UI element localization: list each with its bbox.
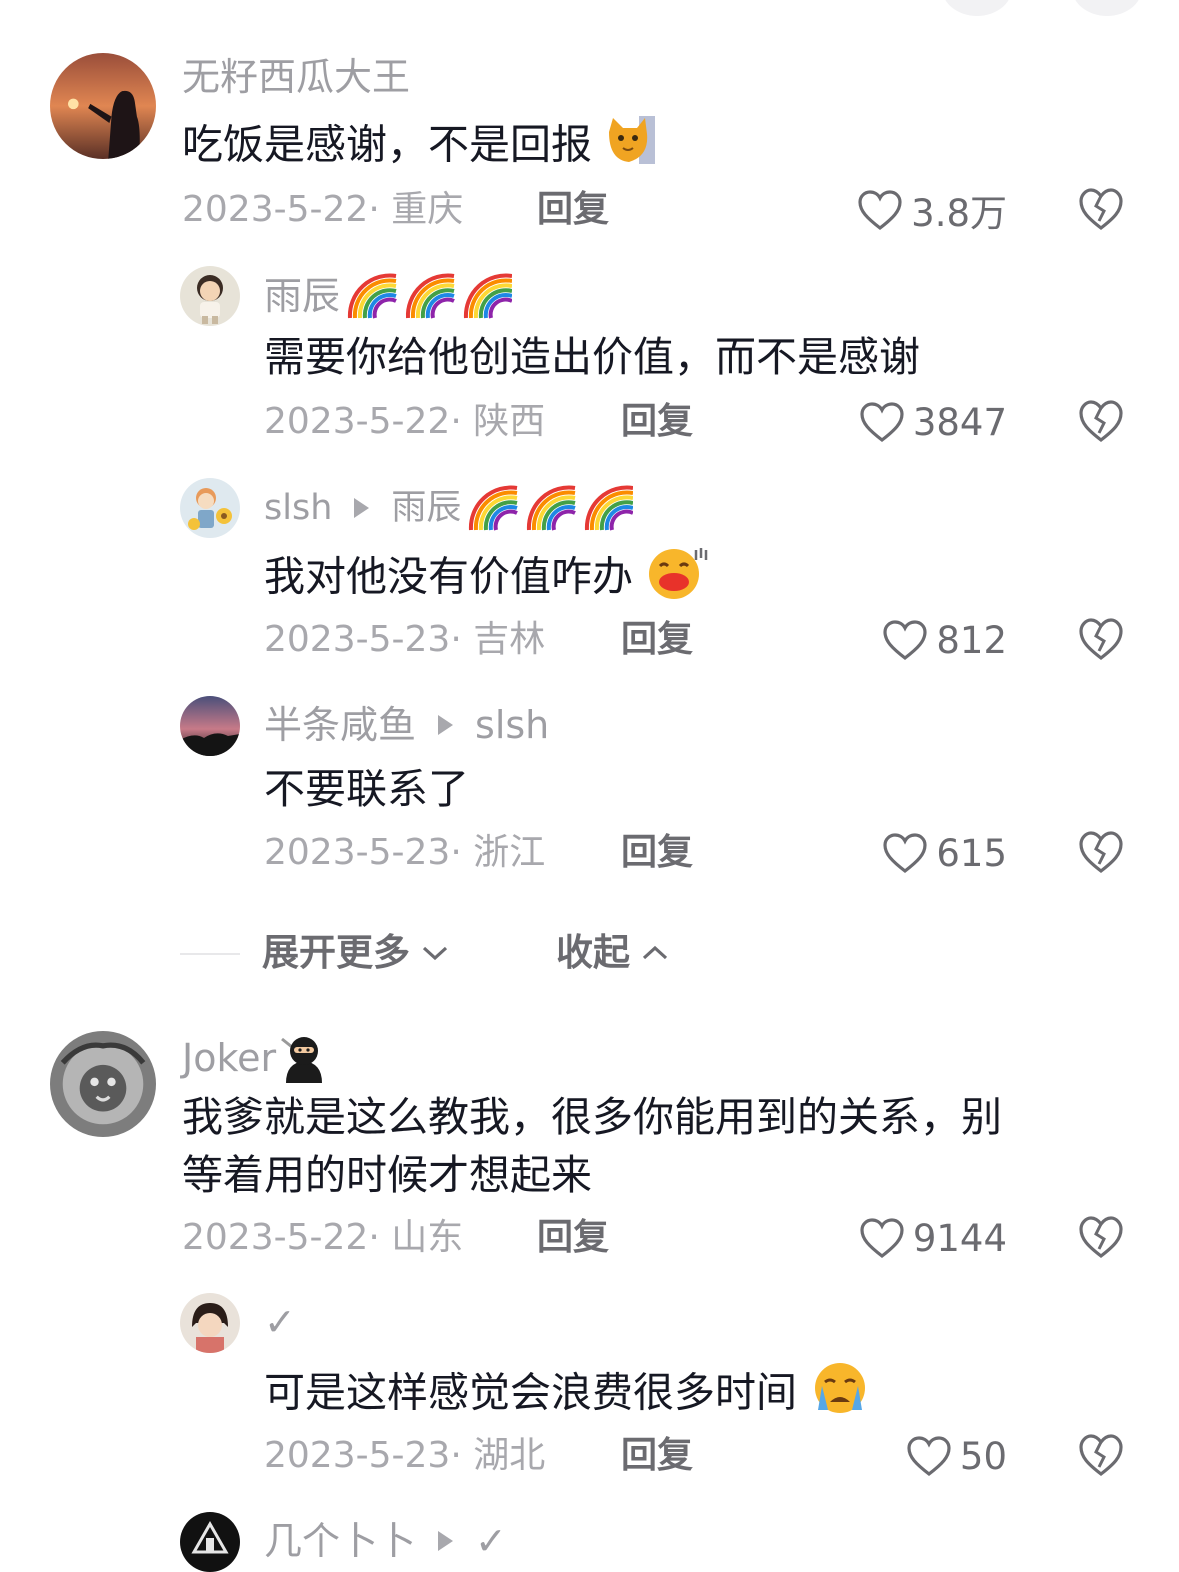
comment-location: · 浙江 [450, 832, 546, 873]
reply-text: 需要你给他创造出价值，而不是感谢 [264, 333, 920, 381]
rainbow-emoji [465, 484, 634, 532]
kissing-face-emoji [646, 544, 708, 615]
reply-to-username: slsh [475, 703, 550, 747]
reply-text: 可是这样感觉会浪费很多时间 [264, 1360, 870, 1431]
avatar[interactable] [180, 478, 240, 538]
broken-heart-icon[interactable] [1077, 1214, 1125, 1260]
like-button[interactable]: 812 [882, 616, 1007, 664]
reply-text: 我对他没有价值咋办 [264, 544, 708, 615]
like-button[interactable]: 615 [882, 829, 1007, 877]
like-count: 615 [936, 831, 1007, 875]
chevron-up-icon [642, 945, 668, 960]
reply-username[interactable]: ✓ [264, 1299, 296, 1345]
heart-icon [883, 620, 927, 661]
heart-icon [907, 1436, 951, 1477]
top-action-button-2[interactable] [1072, 0, 1142, 16]
reply-meta: 2023-5-23· 浙江 [264, 831, 545, 875]
avatar[interactable] [50, 1031, 156, 1137]
like-button[interactable]: 3.8万 [857, 186, 1007, 235]
ninja-emoji [278, 1033, 330, 1083]
crying-face-emoji [810, 1360, 870, 1431]
like-button[interactable]: 3847 [859, 398, 1007, 446]
avatar[interactable] [180, 266, 240, 326]
like-count: 3.8万 [911, 192, 1007, 235]
reply-button[interactable]: 回复 [621, 831, 693, 875]
comment-date: 2023-5-23 [264, 1435, 451, 1476]
reply-meta: 2023-5-23· 吉林 [264, 618, 545, 662]
cat-emoji [605, 112, 657, 183]
broken-heart-icon[interactable] [1077, 186, 1125, 232]
like-button[interactable]: 9144 [859, 1214, 1007, 1262]
reply-to-username: ✓ [475, 1519, 507, 1563]
reply-button[interactable]: 回复 [537, 1216, 609, 1260]
like-count: 9144 [912, 1216, 1007, 1260]
heart-icon [860, 402, 904, 443]
chevron-down-icon [422, 946, 448, 961]
reply-to-username: 雨辰 [391, 488, 462, 528]
comment-username[interactable]: Joker [182, 1033, 330, 1083]
comment-location: · 重庆 [368, 189, 464, 230]
comment-meta: 2023-5-22· 山东 [182, 1216, 463, 1260]
avatar[interactable] [180, 1293, 240, 1353]
thread-divider [180, 953, 240, 955]
lion-sketch-avatar [50, 1031, 156, 1137]
reply-button[interactable]: 回复 [621, 1434, 693, 1478]
reply-button[interactable]: 回复 [621, 400, 693, 444]
comment-text-line-1: 我爹就是这么教我，很多你能用到的关系，别 [182, 1093, 1002, 1141]
comment-username[interactable]: 无籽西瓜大王 [182, 54, 410, 100]
comment-date: 2023-5-23 [264, 832, 451, 873]
broken-heart-icon[interactable] [1077, 398, 1125, 444]
heart-icon [883, 833, 927, 874]
comment-location: · 湖北 [450, 1435, 546, 1476]
comment-text: 吃饭是感谢，不是回报 [182, 112, 657, 183]
comment-date: 2023-5-22 [264, 401, 451, 442]
avatar[interactable] [180, 1512, 240, 1572]
reply-meta: 2023-5-22· 陕西 [264, 400, 545, 444]
heart-icon [860, 1218, 904, 1259]
sunset-silhouette-avatar [50, 53, 156, 159]
avatar[interactable] [180, 696, 240, 756]
comment-location: · 吉林 [450, 619, 546, 660]
broken-heart-icon[interactable] [1077, 1432, 1125, 1478]
comment-text-line-2: 等着用的时候才想起来 [182, 1151, 592, 1199]
broken-heart-icon[interactable] [1077, 616, 1125, 662]
reply-meta: 2023-5-23· 湖北 [264, 1434, 545, 1478]
comment-date: 2023-5-22 [182, 189, 369, 230]
reply-username[interactable]: 几个卜卜 ✓ [264, 1518, 507, 1564]
heart-icon [858, 190, 902, 231]
reply-username[interactable]: 半条咸鱼 slsh [264, 702, 549, 748]
comment-location: · 山东 [368, 1217, 464, 1258]
broken-heart-icon[interactable] [1077, 829, 1125, 875]
comment-location: · 陕西 [450, 401, 546, 442]
comment-date: 2023-5-22 [182, 1217, 369, 1258]
reply-username[interactable]: 雨辰 [264, 272, 513, 320]
rainbow-emoji [344, 272, 513, 320]
like-count: 3847 [912, 400, 1007, 444]
top-action-button-1[interactable] [942, 0, 1012, 16]
reply-username[interactable]: slsh 雨辰 [264, 484, 634, 532]
like-count: 812 [936, 618, 1007, 662]
comment-date: 2023-5-23 [264, 619, 451, 660]
collapse-button[interactable]: 收起 [556, 930, 670, 976]
avatar[interactable] [50, 53, 156, 159]
reply-to-arrow-icon [438, 715, 454, 735]
like-count: 50 [959, 1434, 1007, 1478]
reply-button[interactable]: 回复 [537, 188, 609, 232]
reply-button[interactable]: 回复 [621, 618, 693, 662]
like-button[interactable]: 50 [906, 1432, 1007, 1480]
reply-to-arrow-icon [354, 498, 370, 518]
reply-to-arrow-icon [438, 1531, 454, 1551]
reply-text: 不要联系了 [264, 765, 469, 813]
expand-more-button[interactable]: 展开更多 [262, 930, 450, 976]
comment-meta: 2023-5-22· 重庆 [182, 188, 463, 232]
